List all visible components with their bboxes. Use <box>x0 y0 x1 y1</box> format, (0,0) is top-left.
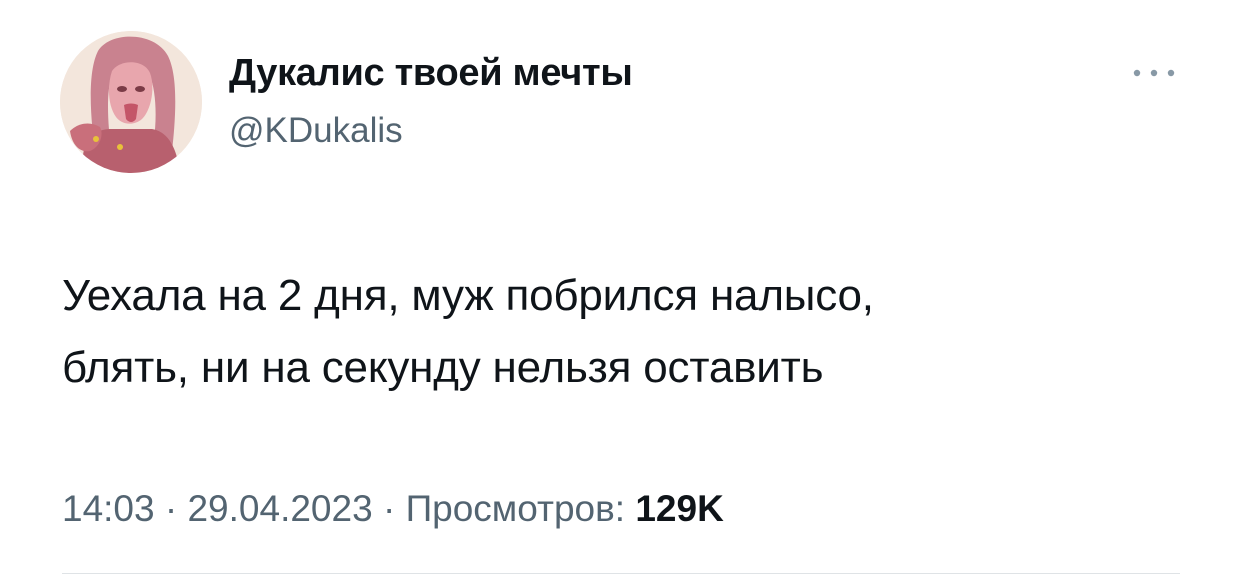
author-display-name[interactable]: Дукалис твоей мечты <box>229 52 633 95</box>
avatar-illustration-icon <box>60 31 202 173</box>
tweet-card: Дукалис твоей мечты @KDukalis Уехала на … <box>0 0 1242 588</box>
more-options-button[interactable] <box>1128 58 1180 88</box>
author-avatar[interactable] <box>60 31 202 173</box>
tweet-meta: 14:03 · 29.04.2023 · Просмотров: 129K <box>62 488 724 530</box>
tweet-date[interactable]: 29.04.2023 <box>187 488 372 529</box>
views-label: Просмотров: <box>405 488 626 529</box>
meta-separator: · <box>164 488 178 529</box>
divider <box>62 573 1180 574</box>
tweet-text-line: Уехала на 2 дня, муж побрился налысо, <box>62 271 874 320</box>
tweet-time[interactable]: 14:03 <box>62 488 155 529</box>
author-handle[interactable]: @KDukalis <box>229 111 403 151</box>
tweet-text-line: блять, ни на секунду нельзя оставить <box>62 343 824 392</box>
meta-separator: · <box>382 488 396 529</box>
more-horizontal-icon <box>1133 69 1175 77</box>
tweet-text: Уехала на 2 дня, муж побрился налысо, бл… <box>62 260 1182 404</box>
views-count[interactable]: 129K <box>635 488 723 529</box>
